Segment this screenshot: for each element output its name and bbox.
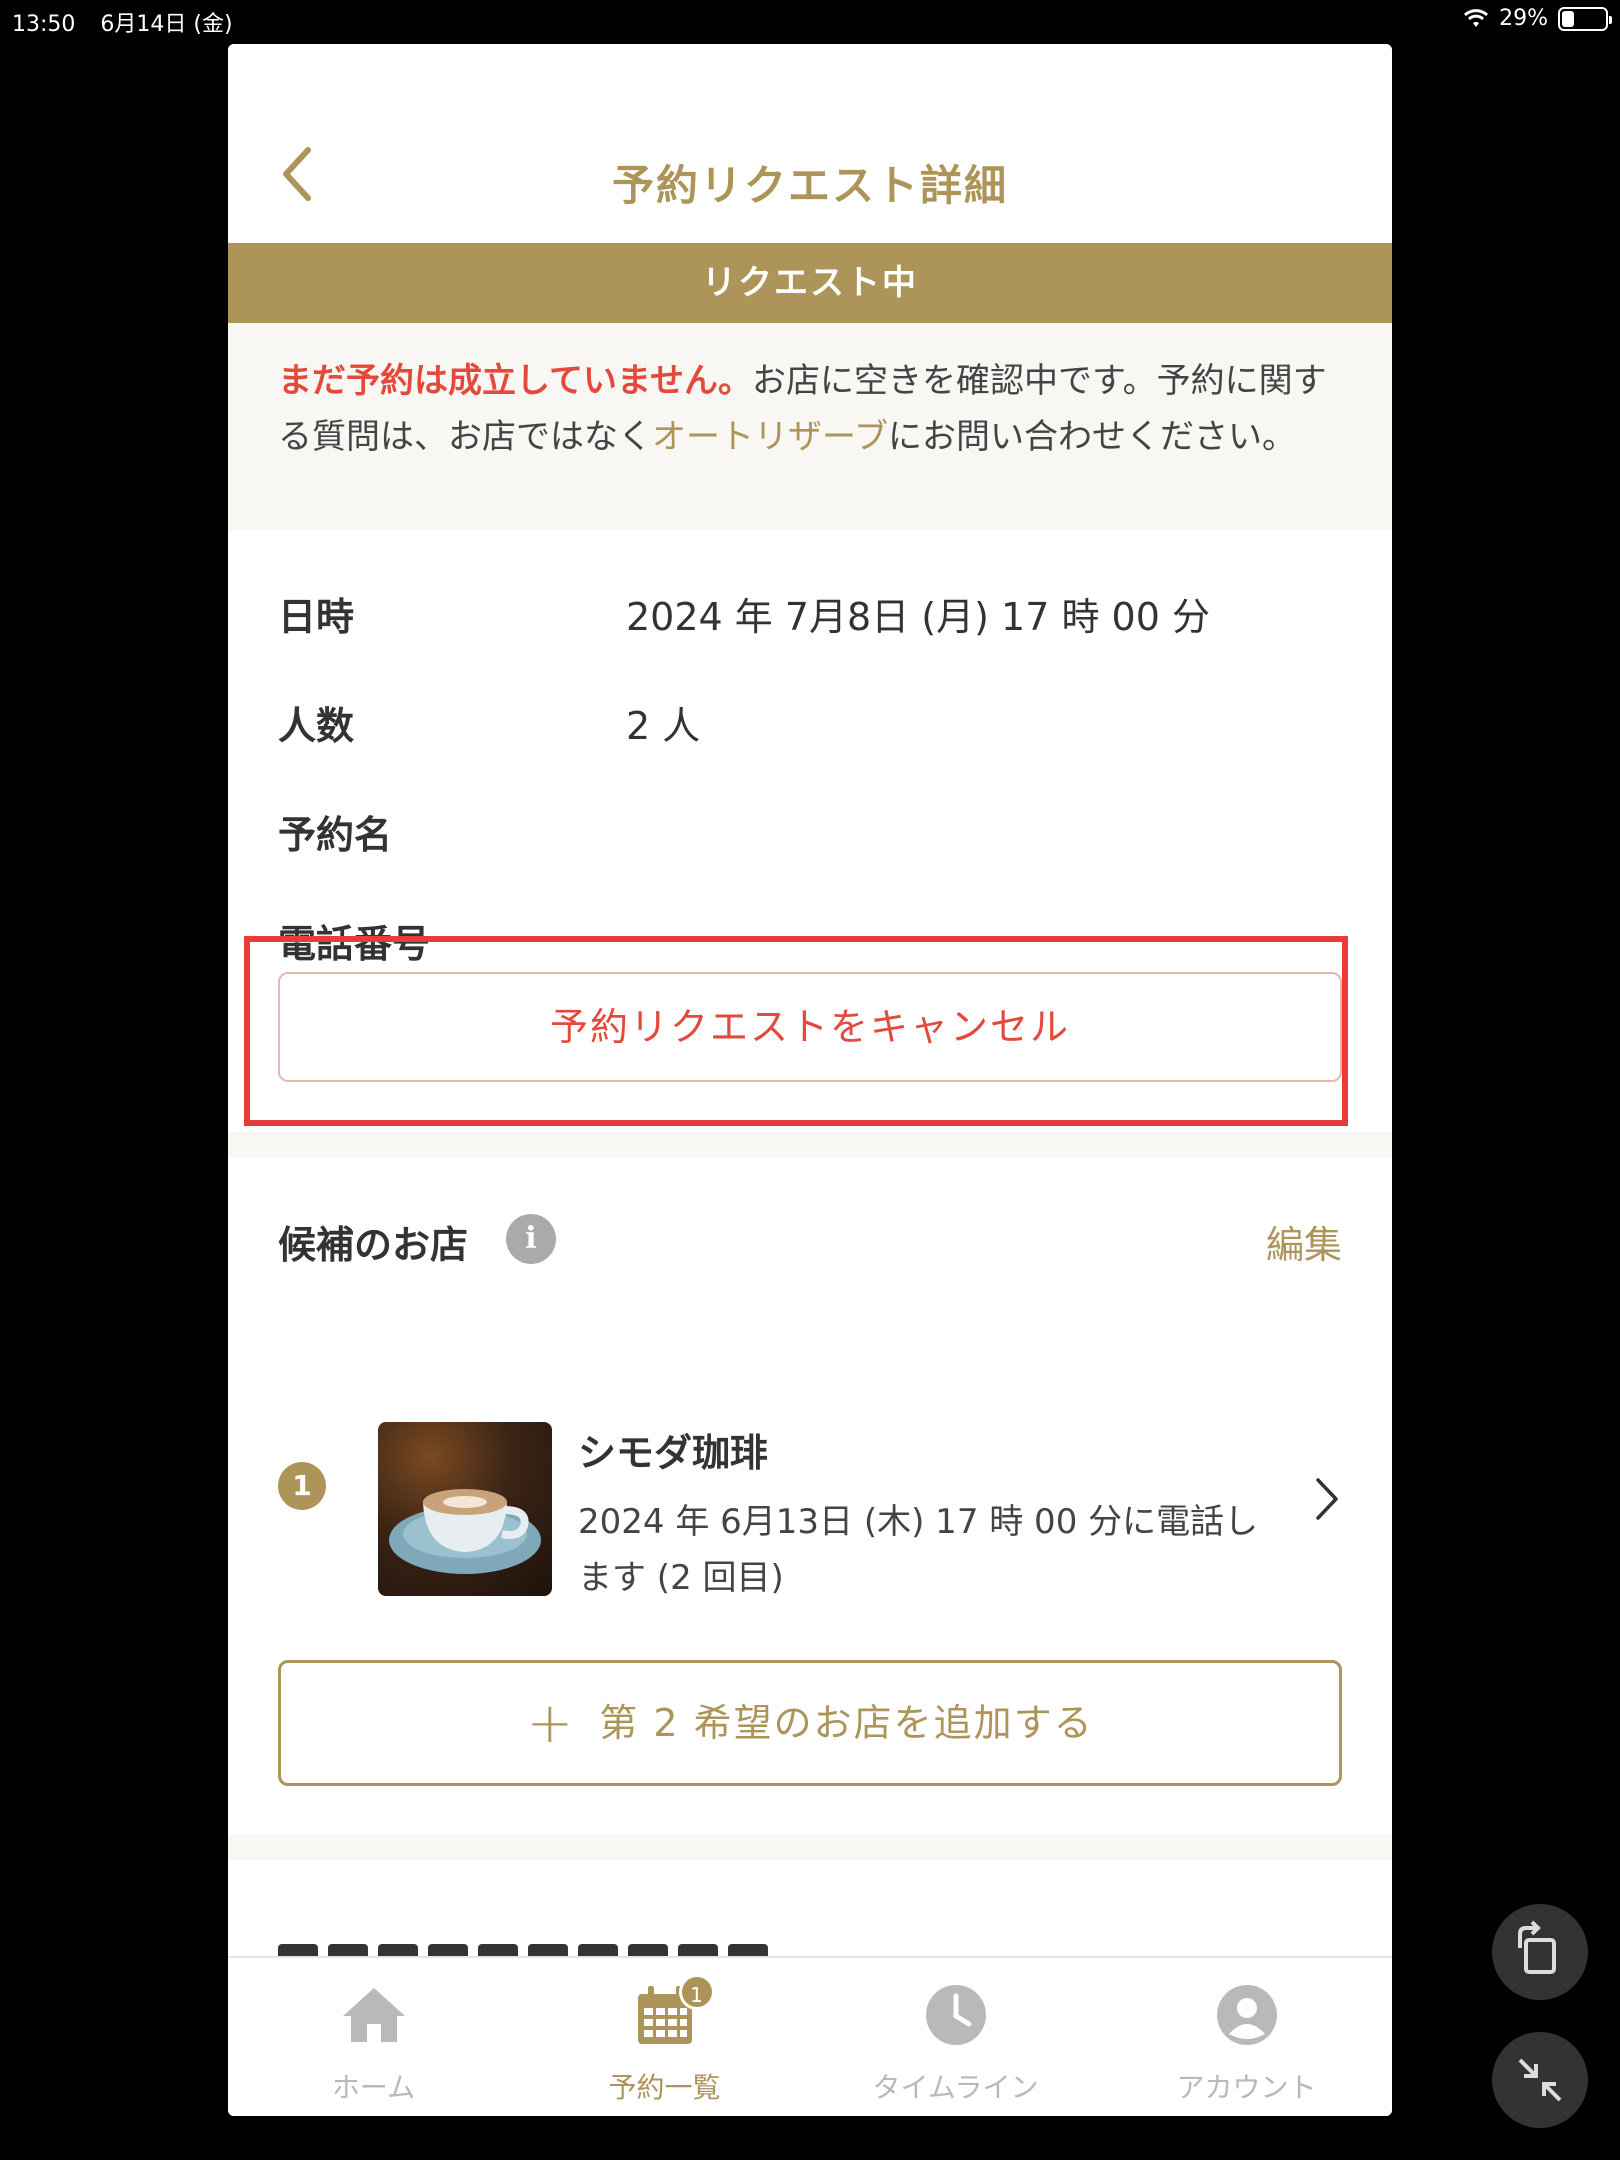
add-candidate-label: 第 2 希望のお店を追加する	[599, 1701, 1094, 1745]
account-icon	[1216, 1985, 1277, 2045]
status-time: 13:50	[12, 12, 76, 37]
rank-badge: 1	[278, 1462, 326, 1510]
rotate-icon	[1518, 1920, 1556, 1974]
tab-timeline[interactable]: タイムライン	[810, 1958, 1101, 2116]
section-divider	[228, 1132, 1392, 1158]
tab-label: アカウント	[1176, 2071, 1317, 2104]
detail-label: 日時	[278, 595, 355, 639]
wifi-icon	[1464, 8, 1489, 27]
status-bar: 13:50 6月14日 (金) 29%	[0, 0, 1620, 40]
detail-row-phone: 電話番号	[278, 857, 1342, 966]
candidate-shop-item[interactable]: 1 シモダ珈琲 2024 年 6月13日 (木) 17 時 00 分に電話します…	[278, 1378, 1342, 1598]
section-divider	[228, 1834, 1392, 1860]
shop-status: 2024 年 6月13日 (木) 17 時 00 分に電話します (2 回目)	[578, 1502, 1259, 1598]
detail-value: 2024 年 7月8日 (月) 17 時 00 分	[626, 595, 1210, 639]
tab-account[interactable]: アカウント	[1101, 1958, 1392, 2116]
edit-link[interactable]: 編集	[1266, 1214, 1342, 1269]
tab-reservations[interactable]: 1 予約一覧	[519, 1958, 810, 2116]
header: 予約リクエスト詳細	[228, 44, 1392, 244]
detail-value: 2 人	[626, 704, 701, 748]
notice-text-2: にお問い合わせください。	[887, 417, 1296, 457]
detail-label: 人数	[278, 704, 355, 748]
detail-row-people: 人数 2 人	[278, 639, 1342, 748]
detail-label: 予約名	[278, 813, 393, 857]
notice-link[interactable]: オートリザーブ	[652, 417, 888, 457]
tab-bar: ホーム 1 予約一覧 タイムライン アカウント	[228, 1956, 1392, 2116]
detail-row-datetime: 日時 2024 年 7月8日 (月) 17 時 00 分	[278, 530, 1342, 639]
tab-label: タイムライン	[872, 2071, 1039, 2104]
chevron-right-icon	[1316, 1478, 1338, 1520]
tab-home[interactable]: ホーム	[228, 1958, 519, 2116]
tab-label: 予約一覧	[608, 2071, 721, 2104]
cancel-request-button[interactable]: 予約リクエストをキャンセル	[278, 972, 1342, 1082]
status-date: 6月14日 (金)	[100, 12, 233, 37]
status-banner: リクエスト中	[228, 243, 1392, 323]
rotate-screen-button[interactable]	[1492, 1904, 1588, 2000]
candidates-title: 候補のお店	[278, 1223, 469, 1267]
minimize-button[interactable]	[1492, 2032, 1588, 2128]
detail-row-name: 予約名	[278, 748, 1342, 857]
clock-icon	[925, 1985, 986, 2045]
collapse-arrows-icon	[1518, 2058, 1562, 2102]
info-icon[interactable]: i	[506, 1214, 556, 1264]
notification-badge: 1	[678, 1974, 715, 2010]
detail-label: 電話番号	[278, 922, 431, 966]
reservation-details: 日時 2024 年 7月8日 (月) 17 時 00 分 人数 2 人 予約名 …	[278, 530, 1342, 966]
home-icon	[342, 1988, 405, 2042]
coffee-cup-image	[389, 1489, 541, 1574]
battery-icon	[1558, 6, 1612, 31]
page-title: 予約リクエスト詳細	[611, 161, 1008, 210]
notice-warning: まだ予約は成立していません。	[278, 361, 752, 401]
notice-box: まだ予約は成立していません。お店に空きを確認中です。予約に関する質問は、お店では…	[228, 323, 1392, 530]
app-window: 予約リクエスト詳細 リクエスト中 まだ予約は成立していません。お店に空きを確認中…	[228, 44, 1392, 2116]
battery-percent: 29%	[1499, 6, 1548, 31]
battery-fill	[1562, 10, 1574, 27]
shop-name: シモダ珈琲	[578, 1431, 769, 1475]
tab-label: ホーム	[331, 2071, 416, 2104]
shop-thumbnail	[378, 1422, 552, 1596]
add-candidate-button[interactable]: + 第 2 希望のお店を追加する	[278, 1660, 1342, 1786]
plus-icon: +	[526, 1691, 576, 1756]
